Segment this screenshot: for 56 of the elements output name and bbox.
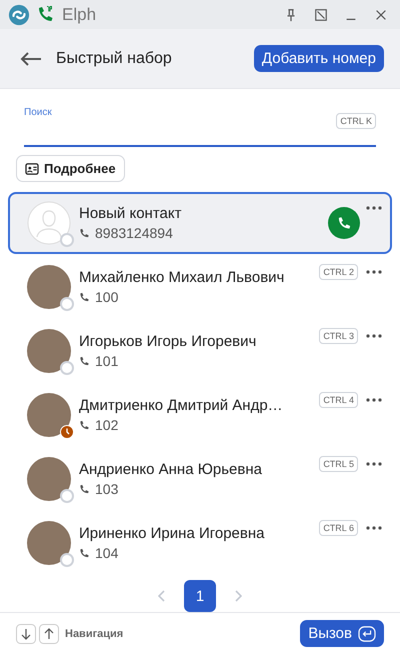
call-submit-button[interactable]: Вызов: [300, 620, 384, 648]
contact-card-icon: [25, 162, 39, 175]
hotkey-hint: CTRL 2: [319, 264, 358, 280]
more-icon[interactable]: [366, 270, 382, 274]
details-button[interactable]: Подробнее: [16, 155, 125, 182]
contact-row[interactable]: Михайленко Михаил Львович 100 CTRL 2: [8, 256, 392, 318]
hotkey-hint: CTRL 5: [319, 456, 358, 472]
phone-number: 102: [95, 417, 118, 434]
hotkey-hint: CTRL 6: [319, 520, 358, 536]
phone-number: 8983124894: [95, 225, 173, 242]
phone-icon: [336, 216, 352, 231]
window-title: Elph: [62, 4, 96, 25]
more-icon[interactable]: [366, 526, 382, 530]
phone-icon: [79, 228, 90, 239]
contact-row[interactable]: Дмитриенко Дмитрий Андр… 102 CTRL 4: [8, 384, 392, 446]
hotkey-hint: CTRL K: [336, 113, 376, 130]
contact-row[interactable]: Игорьков Игорь Игоревич 101 CTRL 3: [8, 320, 392, 382]
hotkey-hint: CTRL 3: [319, 328, 358, 344]
phone-icon: [79, 420, 90, 431]
close-icon[interactable]: [374, 8, 388, 22]
search-field[interactable]: Поиск CTRL K: [24, 105, 376, 148]
phone-number: 101: [95, 353, 118, 370]
more-icon[interactable]: [366, 462, 382, 466]
more-icon[interactable]: [366, 334, 382, 338]
search-label: Поиск: [24, 107, 52, 118]
contact-name: Новый контакт: [79, 205, 182, 222]
phone-icon: [79, 356, 90, 367]
arrow-down-key-icon: [16, 624, 36, 644]
back-arrow-icon[interactable]: [20, 50, 42, 67]
contact-name: Игорьков Игорь Игоревич: [79, 333, 256, 350]
page-button[interactable]: 1: [184, 580, 216, 612]
phone-number: 100: [95, 289, 118, 306]
avatar-silhouette-icon: [27, 201, 71, 246]
call-button[interactable]: [328, 207, 360, 240]
page-title: Быстрый набор: [56, 50, 172, 68]
navigation-hint: Навигация: [65, 628, 124, 640]
resize-icon[interactable]: [314, 8, 328, 22]
add-number-button[interactable]: Добавить номер: [254, 45, 384, 72]
arrow-up-key-icon: [39, 624, 59, 644]
phone-number: 103: [95, 481, 118, 498]
contact-row[interactable]: Андриенко Анна Юрьевна 103 CTRL 5: [8, 448, 392, 510]
phone-number: 104: [95, 545, 118, 562]
enter-key-icon: [358, 626, 376, 642]
contact-name: Андриенко Анна Юрьевна: [79, 461, 262, 478]
hotkey-hint: CTRL 4: [319, 392, 358, 408]
contact-row[interactable]: Ириненко Ирина Игоревна 104 CTRL 6: [8, 512, 392, 574]
more-icon[interactable]: [366, 206, 382, 210]
phone-icon: [79, 484, 90, 495]
app-logo-icon: [8, 4, 30, 26]
phone-icon: [79, 548, 90, 559]
more-icon[interactable]: [366, 398, 382, 402]
contact-name: Дмитриенко Дмитрий Андр…: [79, 397, 283, 414]
contact-row[interactable]: Новый контакт 8983124894: [8, 192, 392, 254]
phone-icon: [79, 292, 90, 303]
contact-name: Михайленко Михаил Львович: [79, 269, 284, 286]
contact-name: Ириненко Ирина Игоревна: [79, 525, 264, 542]
